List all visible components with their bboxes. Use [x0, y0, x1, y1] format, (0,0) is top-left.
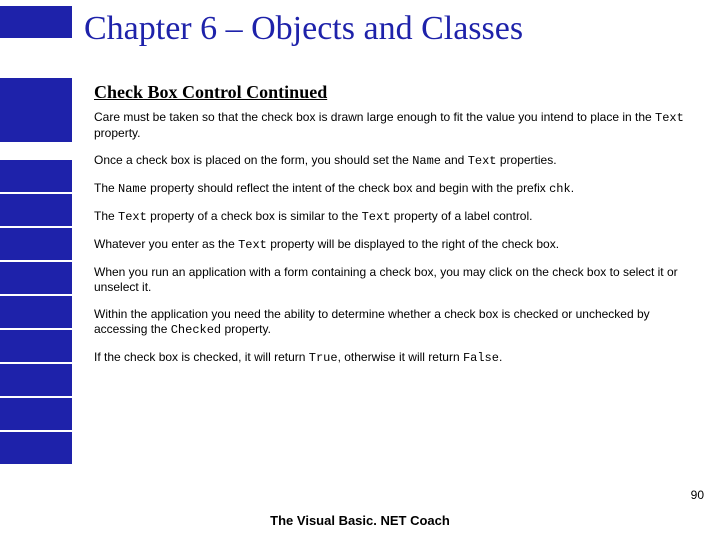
paragraph: Within the application you need the abil… [94, 307, 690, 338]
paragraph: Once a check box is placed on the form, … [94, 153, 690, 169]
text-run: property of a label control. [390, 209, 532, 223]
text-run: The [94, 181, 118, 195]
text-run: Once a check box is placed on the form, … [94, 153, 412, 167]
text-run: Whatever you enter as the [94, 237, 238, 251]
body-text: Care must be taken so that the check box… [94, 110, 690, 378]
code-text: True [309, 351, 338, 365]
paragraph: Whatever you enter as the Text property … [94, 237, 690, 253]
text-run: If the check box is checked, it will ret… [94, 350, 309, 364]
blue-bar [0, 78, 72, 110]
text-run: property will be displayed to the right … [267, 237, 559, 251]
paragraph: When you run an application with a form … [94, 265, 690, 295]
blue-bar [0, 228, 72, 260]
slide: Chapter 6 – Objects and Classes Check Bo… [0, 0, 720, 540]
code-text: False [463, 351, 499, 365]
blue-bar [0, 160, 72, 192]
code-text: Name [412, 154, 441, 168]
code-text: Text [655, 111, 684, 125]
code-text: Text [468, 154, 497, 168]
paragraph: If the check box is checked, it will ret… [94, 350, 690, 366]
blue-bar [0, 6, 72, 38]
text-run: property. [94, 126, 140, 140]
blue-bar [0, 398, 72, 430]
text-run: properties. [497, 153, 557, 167]
blue-bar [0, 364, 72, 396]
paragraph: The Text property of a check box is simi… [94, 209, 690, 225]
text-run: . [499, 350, 502, 364]
blue-bar [0, 194, 72, 226]
section-title: Check Box Control Continued [94, 82, 327, 103]
code-text: Checked [171, 323, 221, 337]
footer-text: The Visual Basic. NET Coach [0, 513, 720, 528]
text-run: The [94, 209, 118, 223]
text-run: and [441, 153, 468, 167]
text-run: . [571, 181, 574, 195]
paragraph: The Name property should reflect the int… [94, 181, 690, 197]
blue-bar [0, 330, 72, 362]
code-text: Text [238, 238, 267, 252]
blue-bar [0, 110, 72, 142]
text-run: property. [221, 322, 271, 336]
text-run: , otherwise it will return [338, 350, 463, 364]
paragraph: Care must be taken so that the check box… [94, 110, 690, 141]
code-text: Text [118, 210, 147, 224]
blue-bar [0, 432, 72, 464]
blue-bar [0, 262, 72, 294]
chapter-title: Chapter 6 – Objects and Classes [84, 10, 523, 48]
code-text: Text [362, 210, 391, 224]
text-run: Care must be taken so that the check box… [94, 110, 655, 124]
blue-bar [0, 296, 72, 328]
code-text: chk [549, 182, 571, 196]
code-text: Name [118, 182, 147, 196]
page-number: 90 [691, 488, 704, 502]
text-run: When you run an application with a form … [94, 265, 678, 294]
text-run: property of a check box is similar to th… [147, 209, 362, 223]
text-run: property should reflect the intent of th… [147, 181, 549, 195]
